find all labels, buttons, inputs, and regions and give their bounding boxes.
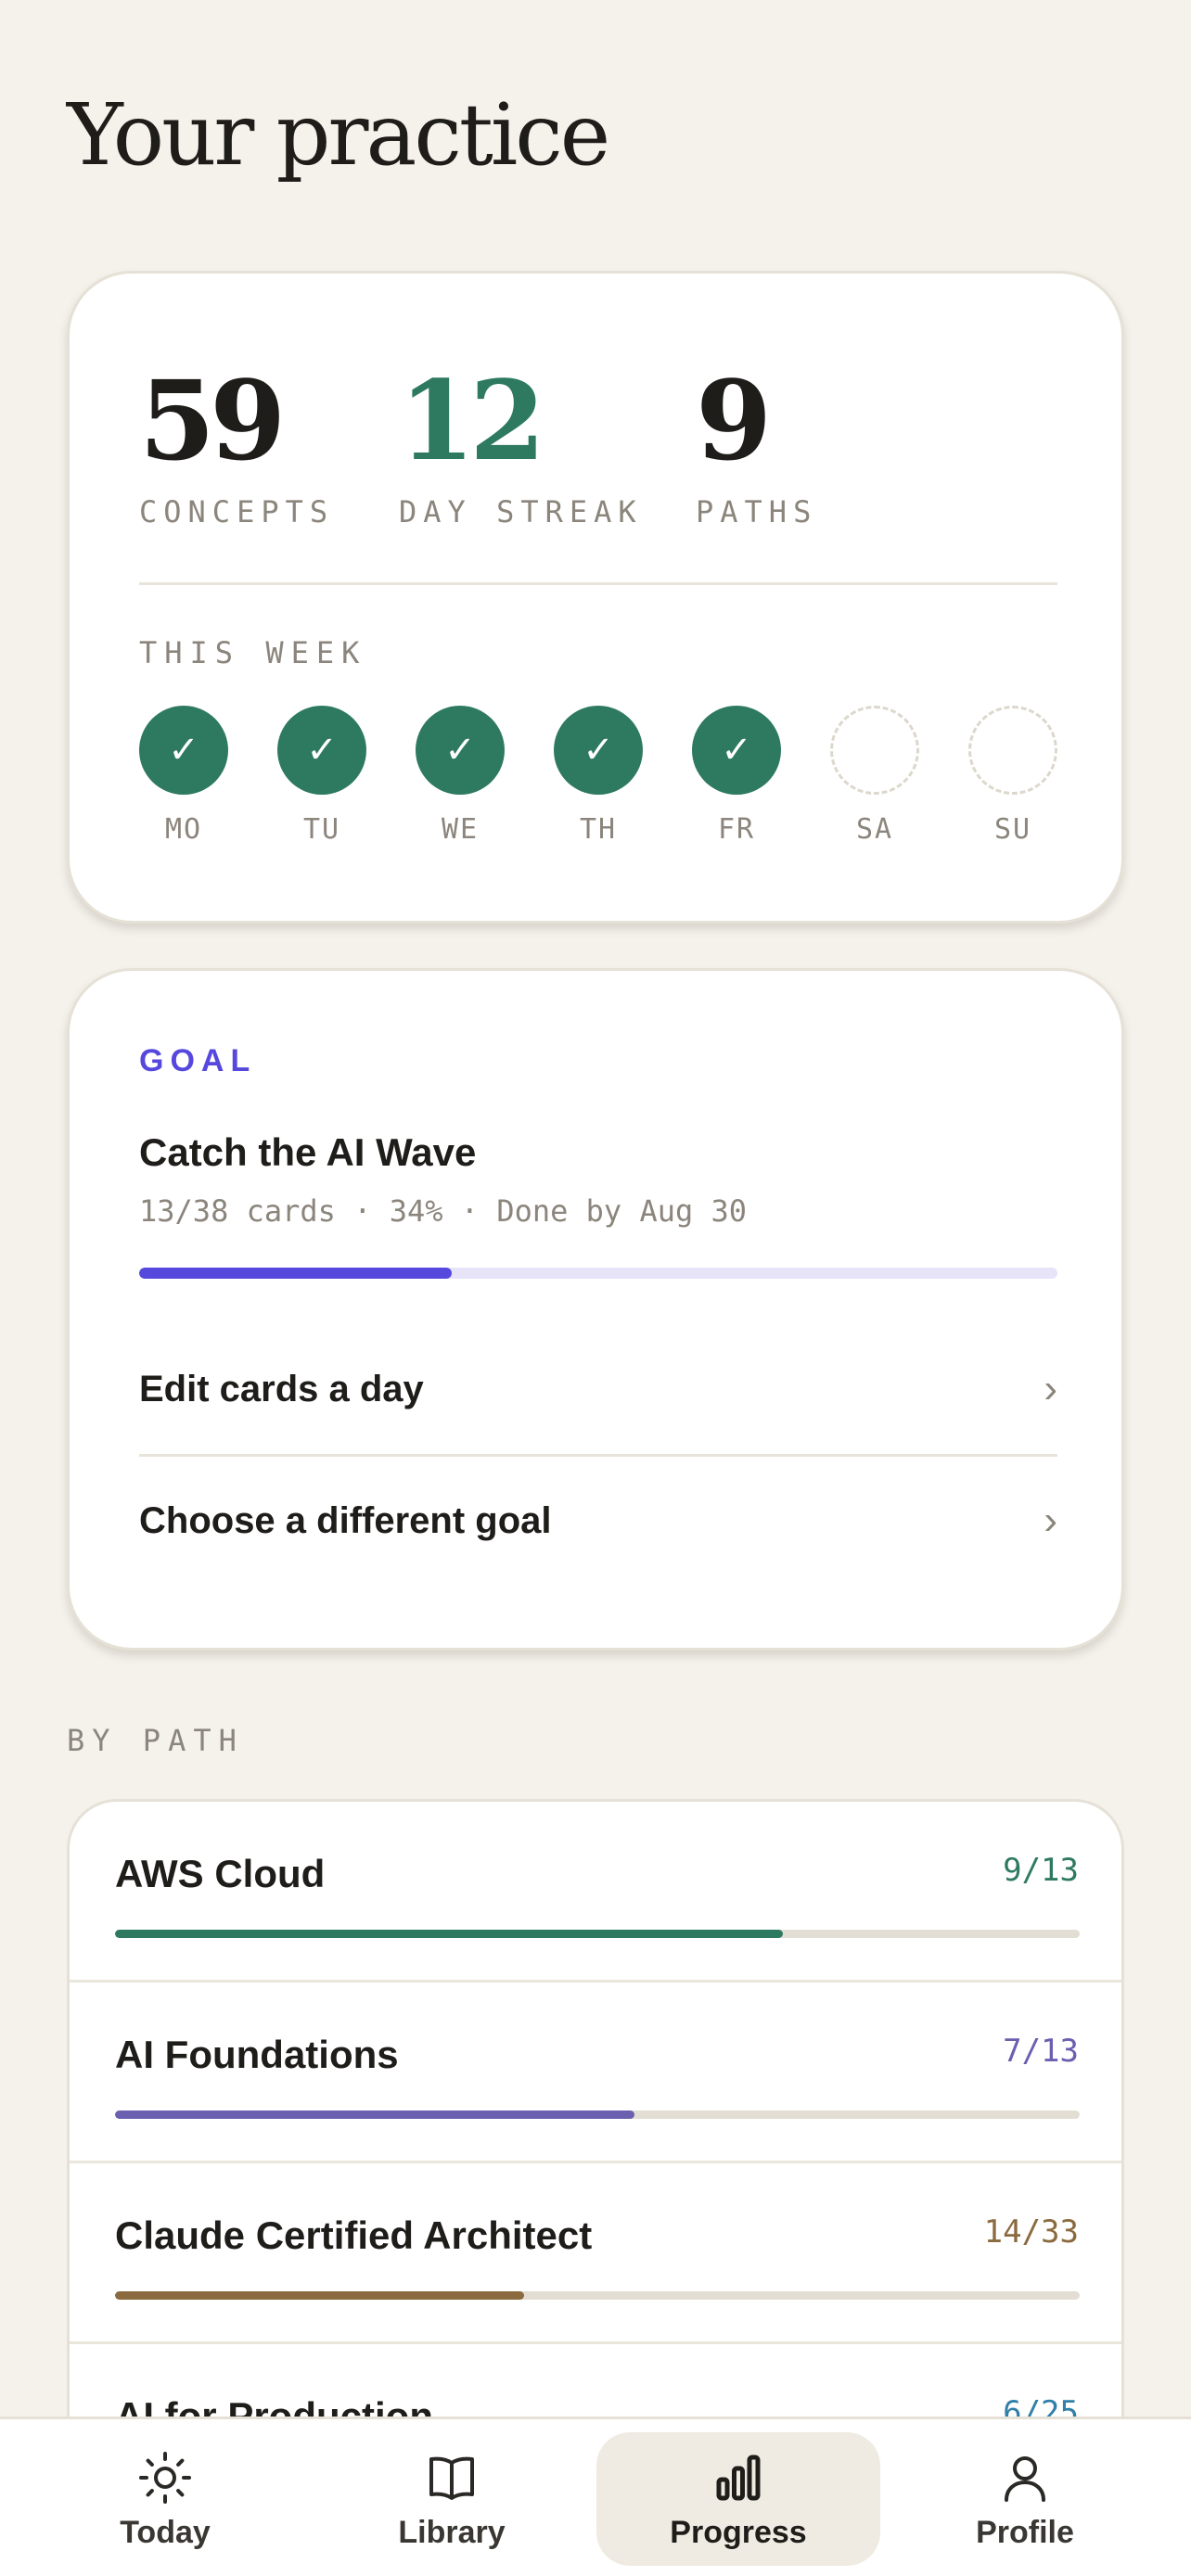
- stat-concepts: 59 CONCEPTS: [139, 356, 335, 530]
- path-row-aws-cloud[interactable]: AWS Cloud 9/13: [70, 1802, 1121, 1983]
- divider: [139, 582, 1057, 585]
- stat-value: 59: [139, 356, 286, 485]
- day-circle: ✓: [416, 706, 505, 795]
- check-icon: ✓: [168, 730, 199, 771]
- day-name: MO: [164, 813, 203, 846]
- path-row-claude-certified-architect[interactable]: Claude Certified Architect 14/33: [70, 2163, 1121, 2344]
- check-icon: ✓: [721, 730, 752, 771]
- check-icon: ✓: [444, 730, 476, 771]
- path-progress-fill: [115, 1930, 783, 1938]
- week-label: THIS WEEK: [139, 635, 367, 670]
- nav-today[interactable]: Today: [23, 2432, 307, 2566]
- bottom-nav: Today Library Progress Profile: [0, 2417, 1191, 2576]
- nav-progress[interactable]: Progress: [596, 2432, 880, 2566]
- check-icon: ✓: [306, 730, 338, 771]
- day-circle: [830, 706, 919, 795]
- chevron-right-icon: ›: [1044, 1498, 1057, 1543]
- day-circle: ✓: [139, 706, 228, 795]
- day-th: ✓ TH: [554, 706, 643, 846]
- goal-progress-fill: [139, 1268, 452, 1279]
- day-su: SU: [968, 706, 1057, 846]
- day-we: ✓ WE: [416, 706, 505, 846]
- check-icon: ✓: [583, 730, 614, 771]
- stat-label: CONCEPTS: [139, 494, 335, 529]
- path-count: 9/13: [1003, 1852, 1079, 1889]
- week-days: ✓ MO ✓ TU ✓ WE ✓ TH ✓ FR SA SU: [139, 706, 1067, 854]
- page-title: Your practice: [67, 85, 610, 185]
- path-row-ai-foundations[interactable]: AI Foundations 7/13: [70, 1983, 1121, 2163]
- path-progress-bar: [115, 2291, 1080, 2300]
- goal-action-label: Choose a different goal: [139, 1499, 552, 1541]
- stat-label: DAY STREAK: [399, 494, 643, 529]
- goal-eyebrow: GOAL: [139, 1043, 257, 1078]
- path-count: 7/13: [1003, 2033, 1079, 2070]
- day-name: SU: [993, 813, 1032, 846]
- goal-action-label: Edit cards a day: [139, 1368, 424, 1409]
- path-name: AWS Cloud: [115, 1852, 326, 1895]
- sun-icon: [139, 2451, 191, 2504]
- nav-library[interactable]: Library: [310, 2432, 594, 2566]
- nav-label: Profile: [976, 2514, 1074, 2550]
- goal-meta: 13/38 cards · 34% · Done by Aug 30: [139, 1193, 748, 1229]
- stat-label: PATHS: [696, 494, 818, 529]
- nav-label: Library: [398, 2514, 506, 2550]
- day-name: SA: [855, 813, 894, 846]
- stats-card: 59 CONCEPTS 12 DAY STREAK 9 PATHS THIS W…: [67, 271, 1124, 924]
- goal-card: GOAL Catch the AI Wave 13/38 cards · 34%…: [67, 968, 1124, 1651]
- edit-cards-a-day-row[interactable]: Edit cards a day ›: [139, 1352, 1057, 1426]
- book-icon: [429, 2456, 474, 2500]
- day-circle: [968, 706, 1057, 795]
- path-count: 14/33: [983, 2213, 1079, 2251]
- divider: [139, 1454, 1057, 1457]
- goal-progress-bar: [139, 1268, 1057, 1279]
- goal-title: Catch the AI Wave: [139, 1130, 477, 1174]
- path-progress-fill: [115, 2111, 634, 2119]
- nav-label: Progress: [670, 2514, 807, 2550]
- day-circle: ✓: [692, 706, 781, 795]
- chevron-right-icon: ›: [1044, 1366, 1057, 1411]
- day-mo: ✓ MO: [139, 706, 228, 846]
- choose-different-goal-row[interactable]: Choose a different goal ›: [139, 1484, 1057, 1558]
- day-circle: ✓: [277, 706, 366, 795]
- path-progress-bar: [115, 1930, 1080, 1938]
- stat-day-streak: 12 DAY STREAK: [399, 356, 643, 530]
- nav-profile[interactable]: Profile: [883, 2432, 1167, 2566]
- day-sa: SA: [830, 706, 919, 846]
- day-fr: ✓ FR: [692, 706, 781, 846]
- bar-chart-icon: [716, 2455, 761, 2500]
- nav-label: Today: [120, 2514, 211, 2550]
- stat-value: 12: [399, 356, 545, 485]
- by-path-label: BY PATH: [67, 1723, 244, 1758]
- day-name: FR: [717, 813, 756, 846]
- person-icon: [1005, 2455, 1045, 2502]
- day-name: WE: [441, 813, 480, 846]
- day-name: TH: [579, 813, 618, 846]
- path-progress-bar: [115, 2111, 1080, 2119]
- stat-value: 9: [696, 356, 772, 485]
- day-name: TU: [302, 813, 341, 846]
- stat-paths: 9 PATHS: [696, 356, 818, 530]
- day-circle: ✓: [554, 706, 643, 795]
- day-tu: ✓ TU: [277, 706, 366, 846]
- path-name: AI Foundations: [115, 2033, 399, 2076]
- path-name: Claude Certified Architect: [115, 2213, 593, 2257]
- path-progress-fill: [115, 2291, 524, 2300]
